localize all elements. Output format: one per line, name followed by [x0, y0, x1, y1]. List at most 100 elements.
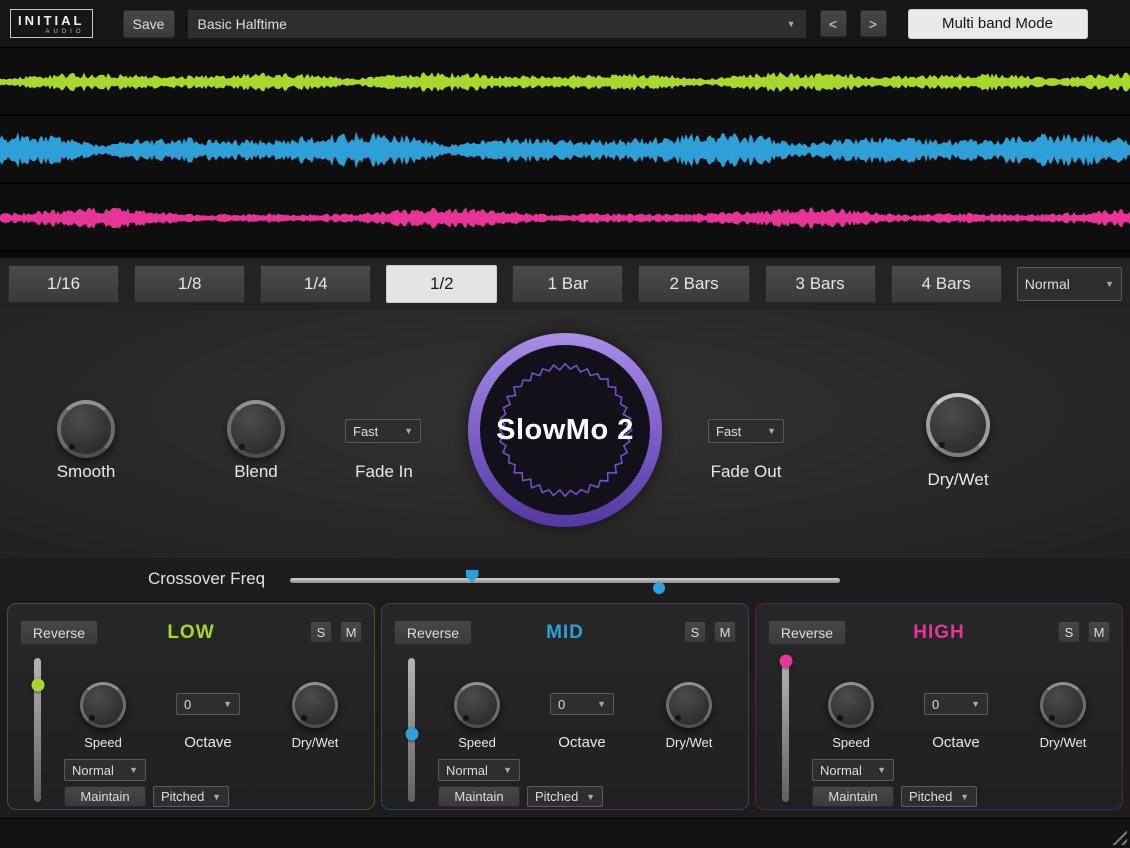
pitch-mode-select[interactable]: Pitched ▼: [527, 786, 603, 807]
solo-button[interactable]: S: [1058, 621, 1080, 643]
pitch-mode-select[interactable]: Pitched ▼: [901, 786, 977, 807]
octave-value: 0: [184, 697, 191, 712]
blend-knob[interactable]: [227, 400, 285, 458]
crossover-section: Crossover Freq: [0, 558, 1130, 602]
fade-out-select[interactable]: Fast ▼: [708, 419, 784, 443]
division-button-1-16[interactable]: 1/16: [8, 265, 119, 303]
band-volume-slider[interactable]: [408, 658, 415, 802]
preset-select[interactable]: Basic Halftime ▼: [187, 9, 807, 39]
division-button-1-bar[interactable]: 1 Bar: [512, 265, 623, 303]
chevron-down-icon: ▼: [223, 699, 232, 709]
main-drywet-knob[interactable]: [926, 393, 990, 457]
crossover-handle-high[interactable]: [653, 582, 665, 594]
band-volume-slider[interactable]: [34, 658, 41, 802]
octave-value: 0: [932, 697, 939, 712]
fade-out-value: Fast: [716, 424, 741, 439]
speed-mode-select[interactable]: Normal ▼: [438, 759, 520, 781]
solo-mute-group: S M: [310, 621, 362, 643]
octave-select[interactable]: 0 ▼: [550, 693, 614, 715]
solo-mute-group: S M: [1058, 621, 1110, 643]
mute-button[interactable]: M: [714, 621, 736, 643]
maintain-button[interactable]: Maintain: [812, 786, 894, 807]
octave-value: 0: [558, 697, 565, 712]
solo-mute-group: S M: [684, 621, 736, 643]
band-drywet-label: Dry/Wet: [292, 735, 339, 750]
chevron-down-icon: ▼: [597, 699, 606, 709]
fade-in-label: Fade In: [355, 462, 413, 482]
division-button-1-8[interactable]: 1/8: [134, 265, 245, 303]
fade-out-label: Fade Out: [711, 462, 782, 482]
band-drywet-knob[interactable]: [1040, 682, 1086, 728]
logo-secondary-text: AUDIO: [45, 29, 84, 35]
speed-knob[interactable]: [80, 682, 126, 728]
speed-knob[interactable]: [454, 682, 500, 728]
speed-label: Speed: [832, 735, 870, 750]
mute-button[interactable]: M: [1088, 621, 1110, 643]
division-button-4-bars[interactable]: 4 Bars: [891, 265, 1002, 303]
pitch-mode-value: Pitched: [535, 789, 578, 804]
speed-mode-select[interactable]: Normal ▼: [812, 759, 894, 781]
octave-select[interactable]: 0 ▼: [176, 693, 240, 715]
octave-select[interactable]: 0 ▼: [924, 693, 988, 715]
band-volume-slider[interactable]: [782, 658, 789, 802]
header-bar: INITIAL AUDIO Save Basic Halftime ▼ < > …: [0, 0, 1130, 48]
division-mode-value: Normal: [1025, 276, 1070, 292]
logo-primary-text: INITIAL: [18, 13, 85, 28]
band-panels: Reverse LOW S M Speed 0 ▼ Octave Dry/Wet…: [0, 602, 1130, 818]
division-button-3-bars[interactable]: 3 Bars: [765, 265, 876, 303]
prev-preset-button[interactable]: <: [820, 10, 847, 37]
slowmo-dial: SlowMo 2: [468, 333, 662, 527]
pitch-mode-value: Pitched: [161, 789, 204, 804]
smooth-label: Smooth: [57, 462, 116, 482]
crossover-label: Crossover Freq: [148, 569, 265, 589]
resize-grip[interactable]: [1107, 825, 1127, 845]
main-section: Smooth Blend Fast ▼ Fade In SlowMo 2 Fas…: [0, 310, 1130, 558]
maintain-button[interactable]: Maintain: [438, 786, 520, 807]
bottom-bar: [0, 818, 1130, 848]
band-volume-handle[interactable]: [779, 654, 792, 667]
band-volume-handle[interactable]: [31, 679, 44, 692]
solo-button[interactable]: S: [684, 621, 706, 643]
plugin-title: SlowMo 2: [496, 414, 634, 447]
pitch-mode-value: Pitched: [909, 789, 952, 804]
initial-audio-logo: INITIAL AUDIO: [10, 9, 93, 38]
fade-in-select[interactable]: Fast ▼: [345, 419, 421, 443]
crossover-handle-low[interactable]: [466, 570, 479, 583]
band-drywet-label: Dry/Wet: [1040, 735, 1087, 750]
maintain-button[interactable]: Maintain: [64, 786, 146, 807]
waveform-display: [0, 48, 1130, 258]
band-drywet-knob[interactable]: [666, 682, 712, 728]
speed-mode-value: Normal: [446, 763, 488, 778]
band-panel-low: Reverse LOW S M Speed 0 ▼ Octave Dry/Wet…: [7, 603, 375, 810]
chevron-down-icon: ▼: [586, 792, 595, 802]
speed-mode-select[interactable]: Normal ▼: [64, 759, 146, 781]
division-button-2-bars[interactable]: 2 Bars: [638, 265, 749, 303]
band-volume-handle[interactable]: [405, 728, 418, 741]
speed-mode-value: Normal: [820, 763, 862, 778]
speed-knob[interactable]: [828, 682, 874, 728]
chevron-down-icon: ▼: [767, 426, 776, 436]
chevron-down-icon: ▼: [971, 699, 980, 709]
octave-label: Octave: [558, 734, 606, 751]
crossover-track[interactable]: [290, 578, 840, 583]
chevron-down-icon: ▼: [787, 19, 796, 29]
solo-button[interactable]: S: [310, 621, 332, 643]
save-button[interactable]: Save: [123, 10, 175, 38]
main-drywet-label: Dry/Wet: [927, 470, 988, 490]
chevron-down-icon: ▼: [503, 765, 512, 775]
division-button-1-2[interactable]: 1/2: [386, 265, 497, 303]
division-mode-select[interactable]: Normal ▼: [1017, 267, 1122, 301]
multiband-mode-button[interactable]: Multi band Mode: [908, 9, 1088, 39]
chevron-down-icon: ▼: [212, 792, 221, 802]
division-button-1-4[interactable]: 1/4: [260, 265, 371, 303]
mute-button[interactable]: M: [340, 621, 362, 643]
pitch-mode-select[interactable]: Pitched ▼: [153, 786, 229, 807]
fade-in-value: Fast: [353, 424, 378, 439]
chevron-down-icon: ▼: [960, 792, 969, 802]
band-drywet-knob[interactable]: [292, 682, 338, 728]
slowmo-dial-inner: SlowMo 2: [480, 345, 650, 515]
speed-label: Speed: [84, 735, 122, 750]
smooth-knob[interactable]: [57, 400, 115, 458]
octave-label: Octave: [184, 734, 232, 751]
next-preset-button[interactable]: >: [860, 10, 887, 37]
